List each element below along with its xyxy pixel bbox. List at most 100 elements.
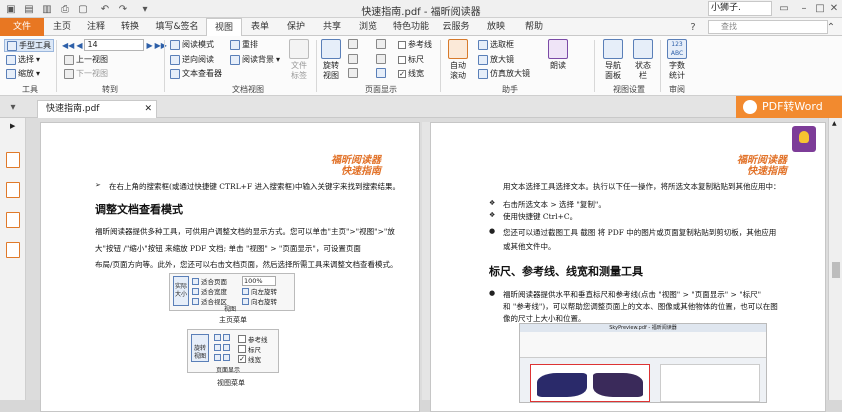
document-tab-strip: ▾ 快速指南.pdf ✕ (0, 96, 842, 118)
hand-tool-label: 手型工具 (19, 41, 51, 50)
select-tool-button[interactable]: 选择 ▾ (6, 54, 40, 65)
close-icon[interactable]: ✕ (826, 1, 842, 17)
user-account[interactable]: 小狮子. (708, 1, 772, 16)
figure-caption: 视图菜单 (217, 379, 245, 387)
vertical-scrollbar[interactable]: ▲ (828, 118, 842, 400)
tab-features[interactable]: 特色功能 (386, 18, 436, 36)
bookmark-panel-icon[interactable] (6, 152, 20, 168)
comments-panel-icon[interactable] (6, 212, 20, 228)
page-layout-single-icon[interactable] (348, 39, 358, 49)
group-label-docview: 文档视图 (232, 85, 264, 94)
paragraph-text: 福昕阅读器提供多种工具，可供用户调整文档的显示方式。您可以单击"主页">"视图"… (95, 227, 395, 236)
paragraph-text: 布局/页面方向等。此外，您还可以右击文档页面，然后选择所需工具来调整文档查看模式… (95, 260, 398, 269)
page-layout-4-icon[interactable] (376, 68, 386, 78)
page-layout-facing-icon[interactable] (348, 68, 358, 78)
document-tab-label: 快速指南.pdf (46, 104, 100, 114)
status-bar-icon (633, 39, 653, 59)
ref-line-checkbox[interactable]: 参考线 (398, 39, 432, 50)
reverse-read-icon (170, 54, 180, 65)
doc-props-icon (289, 39, 309, 59)
butterfly-image (537, 373, 587, 397)
back-view-icon (64, 54, 74, 65)
tab-view[interactable]: 视图 (206, 18, 242, 37)
next-view-button[interactable]: 下一视图 (64, 68, 108, 79)
tips-lightbulb-button[interactable] (792, 126, 816, 152)
nav-panel-button[interactable]: 导航 面板 (600, 39, 626, 81)
tab-comment[interactable]: 注释 (80, 18, 112, 36)
fit-visible-item: 适合视区 (192, 296, 227, 306)
previous-view-button[interactable]: 上一视图 (64, 54, 108, 65)
reflow-button[interactable]: 重排 (230, 39, 258, 50)
figure-panel (660, 364, 760, 402)
page-layout-3-icon[interactable] (376, 54, 386, 64)
minimize-icon[interactable]: – (796, 1, 812, 17)
hand-icon (7, 40, 17, 51)
tab-list-icon[interactable]: ▾ (6, 100, 20, 114)
paragraph-text: 用文本选择工具选择文本。执行以下任一操作，将所选文本复制粘贴到其他应用中： (503, 182, 781, 191)
document-tab[interactable]: 快速指南.pdf ✕ (37, 100, 157, 118)
paragraph-text: 大"按钮 /"缩小"按钮 来缩放 PDF 文档; 单击 "视图" > "页面显示… (95, 244, 361, 253)
magnifier-button[interactable]: 放大镜 (478, 54, 514, 65)
ref-line-label: 参考线 (408, 40, 432, 49)
tab-file[interactable]: 文件 (0, 18, 44, 36)
tab-slideshow[interactable]: 放映 (476, 18, 516, 36)
scroll-up-icon[interactable]: ▲ (832, 120, 837, 127)
butterfly-image (593, 373, 643, 397)
select-box-label: 选取框 (490, 40, 514, 49)
reverse-read-button[interactable]: 逆向阅读 (170, 54, 214, 65)
tab-form[interactable]: 表单 (242, 18, 278, 36)
tab-home[interactable]: 主页 (44, 18, 80, 36)
read-background-button[interactable]: 阅读背景 ▾ (230, 54, 280, 65)
auto-scroll-button[interactable]: 自动 滚动 (444, 39, 472, 81)
word-count-button[interactable]: 123 ABC 字数 统计 (664, 39, 690, 81)
loupe-icon (478, 68, 488, 79)
group-label-review: 审阅 (669, 85, 685, 94)
status-bar-button[interactable]: 状态 栏 (630, 39, 656, 81)
page-number-input[interactable]: 14 (84, 39, 145, 51)
rotate-view-button[interactable]: 旋转 视图 (318, 39, 344, 81)
text-viewer-label: 文本查看器 (182, 69, 222, 78)
tab-convert[interactable]: 转换 (112, 18, 148, 36)
search-input[interactable]: 查找 (708, 20, 828, 34)
tab-protect[interactable]: 保护 (278, 18, 314, 36)
tab-help[interactable]: 帮助 (516, 18, 552, 36)
view-menu-figure: 旋转 视图 参考线 标尺 ✓ 线宽 页面显示 (187, 329, 279, 374)
page-layout-continuous-icon[interactable] (348, 54, 358, 64)
page-layout-2-icon[interactable] (376, 39, 386, 49)
rotate-left-item: 向左旋转 (242, 286, 277, 296)
tab-browse[interactable]: 浏览 (350, 18, 386, 36)
next-page-icon[interactable]: ▶ (146, 41, 152, 50)
help-icon[interactable]: ? (686, 20, 700, 34)
rotate-view-mini: 旋转 视图 (191, 334, 209, 362)
pdf-to-word-button[interactable]: PDF转Word (736, 96, 842, 118)
tab-share[interactable]: 共享 (314, 18, 350, 36)
tab-cloud[interactable]: 云服务 (436, 18, 476, 36)
sidebar-expand-icon[interactable]: ▶ (10, 122, 15, 130)
forward-view-icon (64, 68, 74, 79)
fig2-sub: 页面显示 (216, 367, 241, 374)
layers-panel-icon[interactable] (6, 242, 20, 258)
tab-close-icon[interactable]: ✕ (144, 101, 152, 117)
read-mode-label: 阅读模式 (182, 40, 214, 49)
scroll-thumb[interactable] (832, 262, 840, 278)
ruler-checkbox[interactable]: 标尺 (398, 54, 424, 65)
paragraph-text: 和 "参考线")，可以帮助您调整页面上的文本、图像或其他物体的位置，也可以在图 (503, 302, 778, 311)
pages-panel-icon[interactable] (6, 182, 20, 198)
restore-icon[interactable]: ▭ (776, 1, 792, 17)
hand-tool-button[interactable]: 手型工具 (4, 39, 54, 52)
first-page-icon[interactable]: ◀◀ (62, 41, 74, 50)
select-box-button[interactable]: 选取框 (478, 39, 514, 50)
last-page-icon[interactable]: ▶▶ (155, 41, 167, 50)
read-aloud-button[interactable]: 朗读 (544, 39, 572, 71)
figure-titlebar: SkyPreview.pdf - 福昕阅读器 (520, 324, 766, 332)
rotate-right-item: 向右旋转 (242, 296, 277, 306)
text-viewer-button[interactable]: 文本查看器 (170, 68, 222, 79)
prev-page-icon[interactable]: ◀ (76, 41, 82, 50)
linewidth-checkbox[interactable]: ✓ 线宽 (398, 68, 424, 79)
tab-fill-sign[interactable]: 填写&签名 (148, 18, 206, 36)
loupe-button[interactable]: 仿真放大镜 (478, 68, 530, 79)
read-mode-button[interactable]: 阅读模式 (170, 39, 214, 50)
speaker-icon (548, 39, 568, 59)
zoom-tool-button[interactable]: 缩放 ▾ (6, 68, 40, 79)
doc-props-button[interactable]: 文件 标签 (286, 39, 312, 81)
